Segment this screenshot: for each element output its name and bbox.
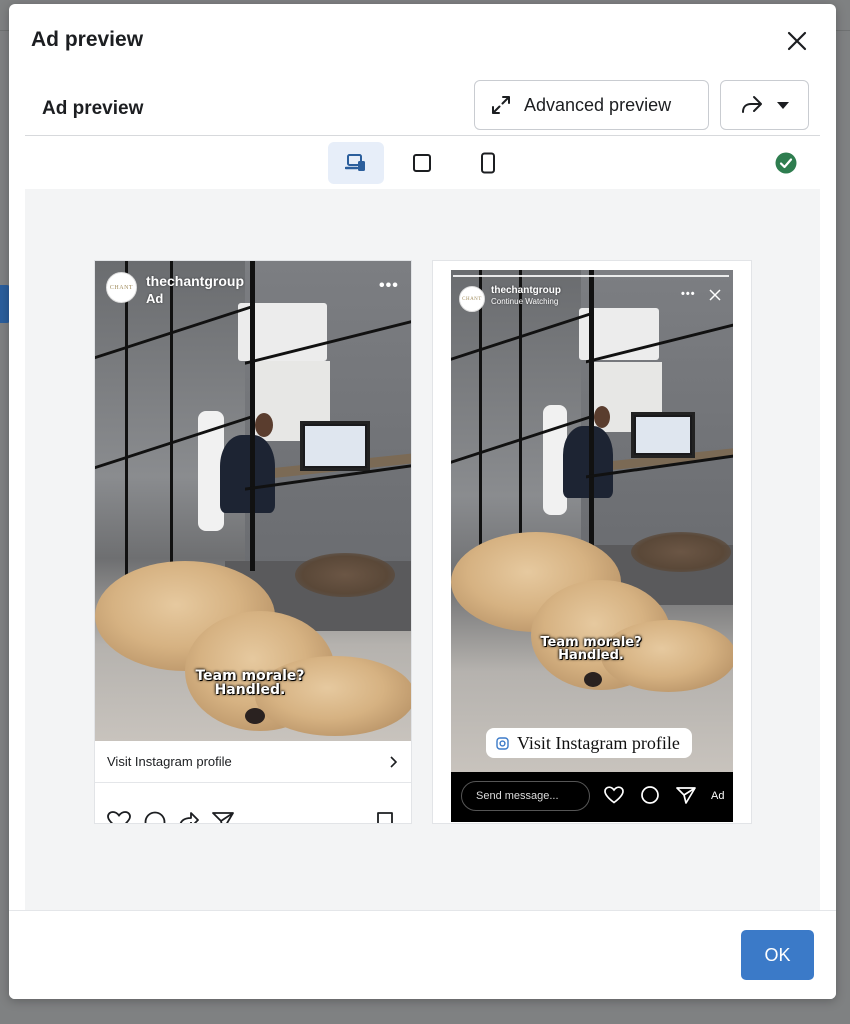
preview-canvas: CHANT thechantgroup Ad ••• Team morale? … (25, 189, 820, 911)
post-actions (95, 807, 411, 823)
account-name: thechantgroup (146, 273, 244, 289)
account-avatar: CHANT (106, 272, 137, 303)
story-avatar: CHANT (459, 286, 485, 312)
modal-title: Ad preview (31, 28, 144, 51)
close-icon (787, 31, 807, 51)
preview-header: Ad preview Advanced preview (25, 80, 820, 136)
tab-all-placements[interactable] (328, 142, 384, 184)
story-frame: CHANT thechantgroup Continue Watching ••… (451, 270, 733, 822)
preview-title: Ad preview (42, 98, 144, 119)
ok-button[interactable]: OK (741, 930, 814, 980)
sponsored-label: Ad (146, 291, 164, 306)
story-close-icon[interactable] (709, 289, 721, 301)
expand-icon (492, 96, 510, 114)
advanced-preview-button[interactable]: Advanced preview (474, 80, 709, 130)
story-account-name: thechantgroup (491, 285, 561, 296)
check-circle-icon (775, 152, 797, 174)
ad-preview-modal: Ad preview Ad preview Advanced preview C… (9, 4, 836, 999)
close-button[interactable] (782, 26, 812, 56)
story-image (451, 270, 733, 772)
story-sub-label: Continue Watching (491, 297, 559, 306)
tab-vertical[interactable] (460, 142, 516, 184)
placement-toolbar (25, 140, 820, 188)
story-reply-bar: Send message... Ad (451, 772, 733, 822)
chevron-right-icon (390, 755, 397, 768)
caption-line-2: Handled. (214, 682, 286, 698)
ad-caption: Team morale? Handled. (175, 669, 325, 697)
modal-footer: OK (9, 910, 836, 999)
more-options-icon[interactable]: ••• (379, 277, 399, 295)
cta-label: Visit Instagram profile (107, 754, 232, 769)
bookmark-icon[interactable] (376, 811, 394, 823)
story-ad-label: Ad (711, 790, 725, 802)
story-progress-bar (453, 275, 729, 277)
story-caption: Team morale? Handled. (521, 636, 661, 662)
share-icon (741, 96, 762, 113)
phone-icon (481, 152, 495, 174)
caption-line-1: Team morale? (195, 668, 305, 684)
story-caption-line-2: Handled. (558, 648, 624, 663)
square-icon (413, 154, 431, 172)
share-dropdown-button[interactable] (720, 80, 809, 130)
story-send-icon[interactable] (675, 786, 697, 804)
story-heart-icon[interactable] (603, 786, 625, 804)
feed-preview-card: CHANT thechantgroup Ad ••• Team morale? … (95, 261, 411, 823)
story-visit-profile-button[interactable]: Visit Instagram profile (486, 728, 692, 758)
tab-square[interactable] (394, 142, 450, 184)
desktop-mobile-icon (345, 154, 365, 171)
story-cta-label: Visit Instagram profile (517, 732, 680, 753)
story-comment-icon[interactable] (640, 786, 660, 804)
instagram-icon (496, 736, 509, 750)
visit-profile-link[interactable]: Visit Instagram profile (95, 741, 411, 783)
heart-icon[interactable] (106, 811, 132, 823)
comment-icon[interactable] (143, 811, 167, 823)
story-more-icon[interactable]: ••• (681, 288, 696, 300)
share-post-icon[interactable] (177, 811, 201, 823)
send-message-input[interactable]: Send message... (461, 781, 590, 811)
send-icon[interactable] (211, 811, 235, 823)
story-preview-card: CHANT thechantgroup Continue Watching ••… (433, 261, 751, 823)
advanced-preview-label: Advanced preview (524, 94, 672, 115)
caret-down-icon (776, 102, 789, 109)
